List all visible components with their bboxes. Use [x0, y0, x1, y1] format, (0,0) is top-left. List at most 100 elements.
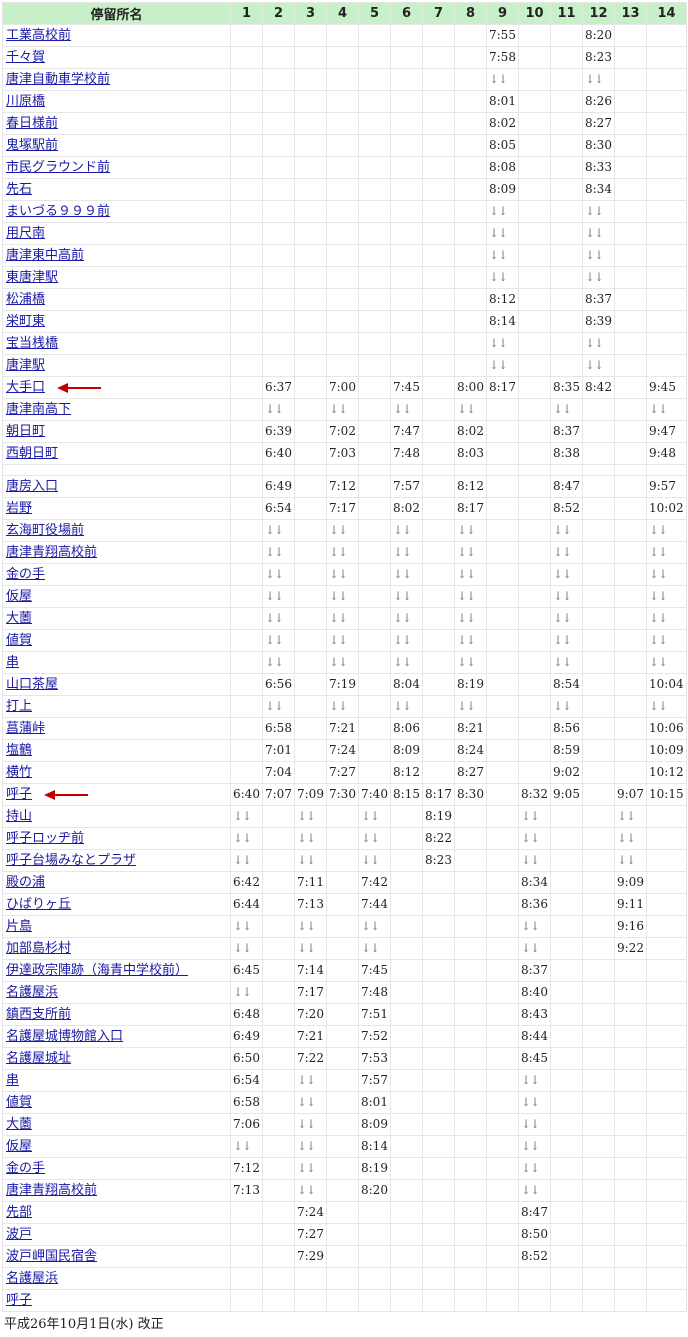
stop-link[interactable]: 唐津自動車学校前 — [6, 72, 110, 87]
stop-link[interactable]: 名護屋浜 — [6, 1271, 58, 1286]
stop-link[interactable]: 打上 — [6, 699, 32, 714]
stop-link[interactable]: 唐津駅 — [6, 358, 45, 373]
time-cell — [326, 1047, 359, 1070]
stop-link[interactable]: 千々賀 — [6, 50, 45, 65]
stop-link[interactable]: 名護屋浜 — [6, 985, 58, 1000]
stop-link[interactable]: 金の手 — [6, 1161, 45, 1176]
stop-link[interactable]: 栄町東 — [6, 314, 45, 329]
time-cell — [294, 629, 327, 652]
stop-link[interactable]: 大手口 — [6, 380, 45, 395]
stop-link[interactable]: 呼子 — [6, 1293, 32, 1308]
stop-link[interactable]: 唐房入口 — [6, 479, 58, 494]
stop-link[interactable]: 大薗 — [6, 1117, 32, 1132]
time-cell: 7:04 — [262, 761, 295, 784]
time-cell — [518, 761, 551, 784]
stop-link[interactable]: 菖蒲峠 — [6, 721, 45, 736]
stop-link[interactable]: 殿の浦 — [6, 875, 45, 890]
stop-link[interactable]: 西朝日町 — [6, 446, 58, 461]
stop-link[interactable]: 山口茶屋 — [6, 677, 58, 692]
stop-link[interactable]: 大薗 — [6, 611, 32, 626]
stop-link[interactable]: 串 — [6, 655, 19, 670]
time-cell — [326, 134, 359, 157]
time-cell — [614, 354, 647, 377]
stop-link[interactable]: 鬼塚駅前 — [6, 138, 58, 153]
stop-link[interactable]: 先部 — [6, 1205, 32, 1220]
time-cell — [518, 673, 551, 696]
stop-name-cell: 工業高校前 — [2, 24, 231, 47]
time-cell — [422, 893, 455, 916]
table-row: 山口茶屋 6:56 7:19 8:04 8:19 8:54 10:04 — [2, 673, 687, 696]
stop-link[interactable]: 工業高校前 — [6, 28, 71, 43]
stop-name-cell: 松浦橋 — [2, 288, 231, 311]
pass-through-icon: ↓↓ — [230, 827, 263, 850]
time-cell: 7:24 — [294, 1201, 327, 1224]
time-cell: 7:14 — [294, 959, 327, 982]
time-cell: 7:22 — [294, 1047, 327, 1070]
time-cell — [422, 1289, 455, 1312]
time-cell — [646, 354, 687, 377]
time-cell — [294, 178, 327, 201]
stop-link[interactable]: まいづる９９９前 — [6, 204, 110, 219]
column-header: 2 — [262, 2, 295, 25]
stop-link[interactable]: 波戸 — [6, 1227, 32, 1242]
time-cell: 7:53 — [358, 1047, 391, 1070]
stop-name-cell: 仮屋 — [2, 585, 231, 608]
stop-link[interactable]: 塩鶴 — [6, 743, 32, 758]
stop-link[interactable]: 唐津東中高前 — [6, 248, 84, 263]
pass-through-icon: ↓↓ — [390, 541, 423, 564]
time-cell — [550, 1179, 583, 1202]
time-cell — [262, 849, 295, 872]
stop-link[interactable]: 用尺南 — [6, 226, 45, 241]
time-cell — [294, 90, 327, 113]
stop-link[interactable]: 値賀 — [6, 1095, 32, 1110]
stop-name-cell: 横竹 — [2, 761, 231, 784]
time-cell — [486, 827, 519, 850]
stop-link[interactable]: 唐津青翔高校前 — [6, 545, 97, 560]
stop-link[interactable]: 岩野 — [6, 501, 32, 516]
stop-link[interactable]: 横竹 — [6, 765, 32, 780]
pass-through-icon: ↓↓ — [518, 1113, 551, 1136]
table-row: 仮屋 ↓↓ ↓↓ 8:14 ↓↓ — [2, 1135, 687, 1158]
stop-link[interactable]: 呼子台場みなとプラザ — [6, 853, 136, 868]
stop-link[interactable]: 値賀 — [6, 633, 32, 648]
time-cell: 7:00 — [326, 376, 359, 399]
time-cell: 8:02 — [454, 420, 487, 443]
pass-through-icon: ↓↓ — [454, 585, 487, 608]
stop-link[interactable]: ひばりヶ丘 — [6, 897, 71, 912]
stop-link[interactable]: 唐津青翔高校前 — [6, 1183, 97, 1198]
stop-link[interactable]: 呼子 — [6, 787, 32, 802]
stop-name-cell: ひばりヶ丘 — [2, 893, 231, 916]
stop-link[interactable]: 唐津南高下 — [6, 402, 71, 417]
table-row: 先石 8:09 8:34 — [2, 178, 687, 201]
stop-link[interactable]: 名護屋城址 — [6, 1051, 71, 1066]
time-cell — [518, 156, 551, 179]
stop-link[interactable]: 東唐津駅 — [6, 270, 58, 285]
stop-link[interactable]: 名護屋城博物館入口 — [6, 1029, 123, 1044]
time-cell: 8:33 — [582, 156, 615, 179]
time-cell — [422, 607, 455, 630]
stop-link[interactable]: 朝日町 — [6, 424, 45, 439]
time-cell — [582, 1201, 615, 1224]
stop-link[interactable]: 持山 — [6, 809, 32, 824]
time-cell — [486, 1003, 519, 1026]
stop-link[interactable]: 加部島杉村 — [6, 941, 71, 956]
stop-link[interactable]: 呼子ロッヂ前 — [6, 831, 84, 846]
stop-link[interactable]: 松浦橋 — [6, 292, 45, 307]
stop-link[interactable]: 鎮西支所前 — [6, 1007, 71, 1022]
time-cell — [486, 1047, 519, 1070]
time-cell: 6:50 — [230, 1047, 263, 1070]
stop-link[interactable]: 仮屋 — [6, 1139, 32, 1154]
stop-link[interactable]: 金の手 — [6, 567, 45, 582]
stop-link[interactable]: 宝当桟橋 — [6, 336, 58, 351]
stop-link[interactable]: 仮屋 — [6, 589, 32, 604]
stop-link[interactable]: 先石 — [6, 182, 32, 197]
stop-link[interactable]: 玄海町役場前 — [6, 523, 84, 538]
stop-link[interactable]: 春日様前 — [6, 116, 58, 131]
stop-link[interactable]: 伊達政宗陣跡（海青中学校前） — [6, 963, 188, 978]
stop-link[interactable]: 市民グラウンド前 — [6, 160, 110, 175]
stop-link[interactable]: 串 — [6, 1073, 19, 1088]
stop-link[interactable]: 川原橋 — [6, 94, 45, 109]
stop-link[interactable]: 片島 — [6, 919, 32, 934]
stop-link[interactable]: 波戸岬国民宿舎 — [6, 1249, 97, 1264]
time-cell: 8:47 — [518, 1201, 551, 1224]
